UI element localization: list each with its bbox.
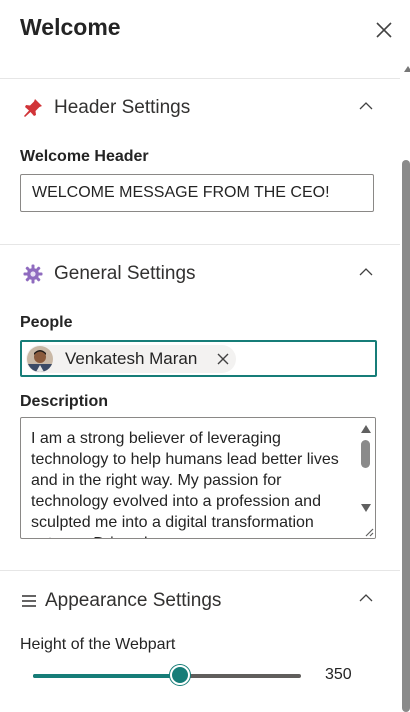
height-slider-track[interactable] — [33, 674, 301, 678]
panel-title: Welcome — [20, 14, 121, 40]
scroll-up-arrow-icon[interactable] — [361, 425, 371, 433]
panel-scrollbar[interactable] — [401, 60, 410, 712]
scroll-down-arrow-icon[interactable] — [361, 504, 371, 512]
scroll-thumb[interactable] — [361, 440, 370, 468]
height-label: Height of the Webpart — [20, 636, 176, 653]
description-text[interactable]: I am a strong believer of leveraging tec… — [31, 428, 349, 538]
textarea-scrollbar[interactable] — [357, 418, 375, 538]
close-icon[interactable] — [374, 20, 394, 40]
avatar — [27, 346, 53, 372]
divider — [0, 570, 400, 571]
chevron-up-icon[interactable] — [358, 264, 374, 280]
height-slider-fill — [33, 674, 181, 678]
welcome-header-input[interactable]: WELCOME MESSAGE FROM THE CEO! — [20, 174, 374, 212]
resize-grip-icon[interactable] — [362, 525, 374, 537]
section-title: Header Settings — [54, 97, 191, 118]
height-value: 350 — [325, 666, 352, 683]
description-label: Description — [20, 393, 109, 410]
divider — [0, 244, 400, 245]
chevron-up-icon[interactable] — [358, 98, 374, 114]
welcome-header-label: Welcome Header — [20, 148, 149, 165]
pushpin-icon — [22, 97, 44, 119]
section-title: General Settings — [54, 263, 196, 284]
divider — [0, 78, 400, 79]
persona-chip[interactable]: Venkatesh Maran — [26, 345, 236, 373]
remove-person-icon[interactable] — [216, 352, 230, 366]
people-label: People — [20, 314, 73, 331]
section-title: Appearance Settings — [45, 590, 222, 611]
appearance-settings-toggle[interactable]: Appearance Settings — [22, 588, 221, 614]
header-settings-toggle[interactable]: Header Settings — [22, 95, 190, 121]
height-slider-thumb[interactable] — [170, 665, 191, 685]
general-settings-toggle[interactable]: General Settings — [22, 261, 196, 287]
gear-icon — [22, 263, 44, 285]
people-picker[interactable]: Venkatesh Maran — [20, 340, 377, 377]
description-textarea[interactable]: I am a strong believer of leveraging tec… — [20, 417, 376, 539]
scroll-up-arrow-icon[interactable] — [404, 66, 410, 72]
scroll-thumb[interactable] — [402, 160, 410, 712]
persona-name: Venkatesh Maran — [65, 349, 198, 368]
hamburger-icon — [22, 590, 36, 612]
chevron-up-icon[interactable] — [358, 590, 374, 606]
